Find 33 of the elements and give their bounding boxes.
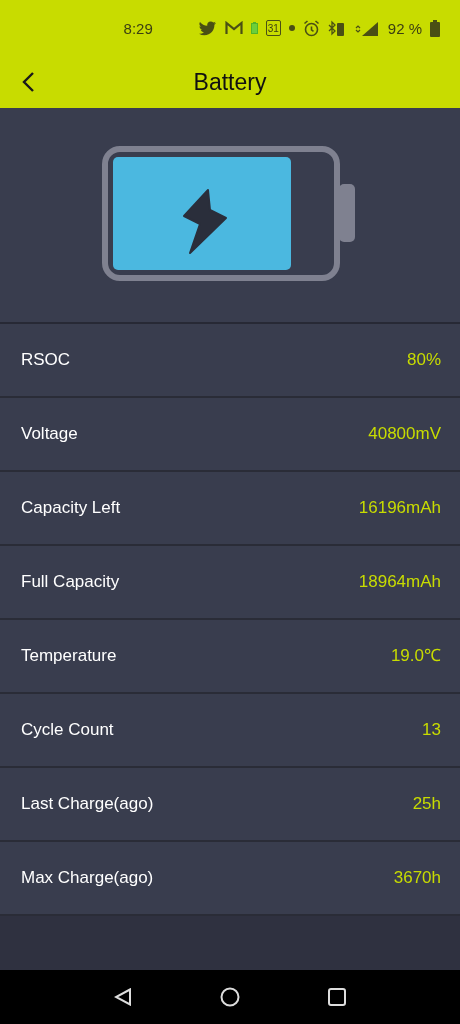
row-label: Full Capacity bbox=[21, 571, 120, 593]
battery-status-icon bbox=[430, 19, 440, 37]
row-value: 18964mAh bbox=[358, 571, 441, 593]
row-label: Capacity Left bbox=[21, 497, 121, 519]
row-value: 16196mAh bbox=[358, 497, 441, 519]
calendar-icon: 31 bbox=[265, 20, 281, 36]
row-label: Last Charge(ago) bbox=[21, 793, 154, 815]
row-value: 13 bbox=[422, 719, 441, 741]
battery-small-icon bbox=[250, 22, 258, 34]
recents-icon bbox=[328, 988, 346, 1006]
signal-icon bbox=[353, 19, 380, 37]
row-label: Cycle Count bbox=[21, 719, 114, 741]
bluetooth-icon bbox=[327, 19, 346, 37]
row-value: 80% bbox=[406, 349, 441, 371]
dot-icon bbox=[288, 25, 295, 31]
row-value: 19.0℃ bbox=[390, 645, 441, 667]
bird-icon bbox=[198, 20, 217, 36]
row-label: RSOC bbox=[21, 349, 71, 371]
row-value: 40800mV bbox=[368, 423, 441, 445]
alarm-icon bbox=[302, 19, 320, 37]
back-icon bbox=[114, 988, 132, 1006]
row-label: Temperature bbox=[21, 645, 117, 667]
row-value: 25h bbox=[412, 793, 441, 815]
row-label: Max Charge(ago) bbox=[21, 867, 154, 889]
lightning-icon bbox=[183, 189, 227, 254]
battery-percent: 92 % bbox=[387, 19, 422, 37]
status-time: 8:29 bbox=[123, 19, 153, 37]
home-icon bbox=[220, 987, 240, 1007]
mail-icon bbox=[224, 21, 243, 35]
row-label: Voltage bbox=[21, 423, 78, 445]
row-value: 3670h bbox=[393, 867, 441, 889]
page-title: Battery bbox=[193, 68, 267, 96]
back-icon bbox=[21, 71, 35, 93]
